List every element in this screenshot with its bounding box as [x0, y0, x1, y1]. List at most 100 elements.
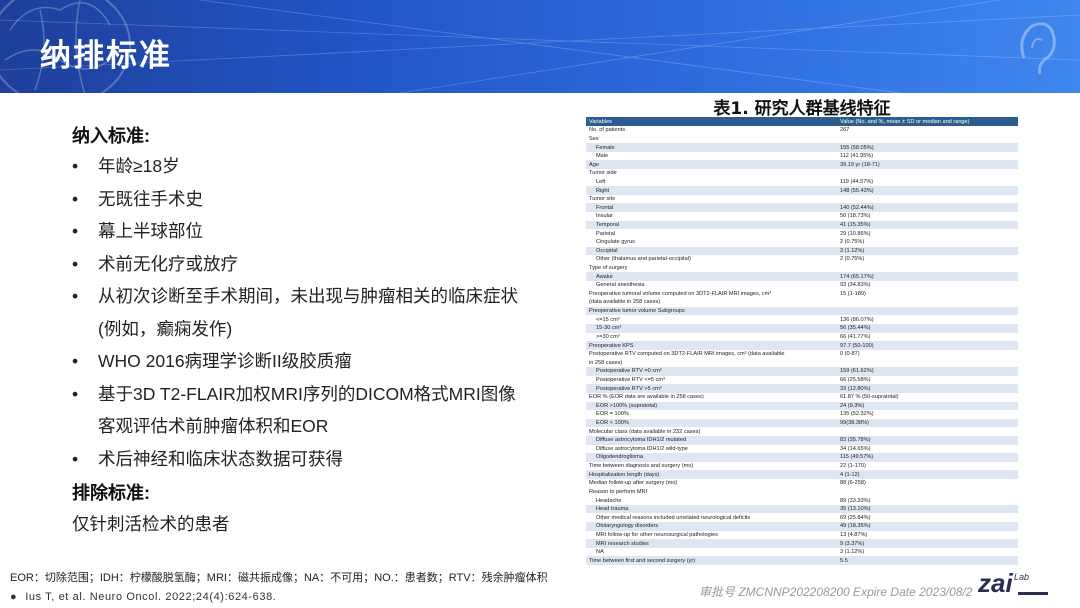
bullet: • [72, 383, 79, 404]
table-title: 表1. 研究人群基线特征 [713, 99, 891, 119]
row-value: 99(38.38%) [837, 418, 1018, 428]
row-value: 3 (1.12%) [840, 549, 865, 556]
bullet: • [72, 286, 79, 306]
table-row: Age 39.19 yr (18-71) [586, 160, 1018, 170]
row-value: 34 (14.65%) [840, 445, 871, 452]
row-label: Insular [596, 213, 613, 220]
table-row: Awake 174 (65.17%) [586, 272, 1018, 281]
row-value [837, 427, 1018, 436]
table-row: Other medical reasons included unrelated… [586, 513, 1018, 522]
row-label: Hospitalization length (days) [586, 470, 837, 479]
row-value: 112 (41.95%) [840, 153, 874, 160]
row-label: EOR < 100% [586, 418, 837, 428]
page-title: 纳排标准 [40, 38, 172, 74]
row-value: 29 (10.86%) [840, 230, 871, 237]
row-label: MRI follow-up for other neurosurgical pa… [596, 531, 718, 538]
row-label: Other medical reasons included unrelated… [596, 514, 751, 521]
row-label: Male [596, 153, 609, 160]
bullet: • [72, 188, 79, 209]
bullet: • [72, 351, 79, 371]
table-row: Right 148 (55.43%) [586, 186, 1018, 195]
zai-lab-logo: zai Lab [978, 570, 1058, 602]
row-value: 66 (25.58%) [840, 376, 871, 383]
exclusion-title: 排除标准: [72, 483, 150, 503]
approval-number: 审批号 ZMCNNP202208200 Expire Date 2023/08/… [699, 585, 973, 599]
row-label: Time between first and second surgery (y… [586, 556, 837, 566]
data-table: Variables Value (No. and %, mean ± SD or… [586, 117, 1018, 566]
row-label: Headache [596, 497, 622, 504]
table-row: Median follow-up after surgery (mo) 88 (6… [586, 479, 1018, 488]
row-label: >=30 cm³ [596, 333, 620, 340]
row-label: Diffuse astrocytoma IDH1/2 mutated [586, 435, 837, 445]
table-row: MRI research studies 9 (3.37%) [586, 539, 1018, 548]
row-label: Female [586, 143, 837, 152]
row-label: Preoperative tumoral volume computed on … [589, 290, 772, 297]
row-label: <=15 cm³ [596, 316, 620, 323]
table-row: Other (thalamus and parietal-occipital) 2… [586, 255, 1018, 264]
table-row: Tumor site [586, 195, 1018, 204]
row-value: 9 (3.37%) [837, 539, 1018, 548]
exclusion-text: 仅针刺活检术的患者 [72, 514, 230, 534]
logo-mark-icon [1018, 592, 1048, 595]
row-label: Age [586, 160, 837, 170]
row-label: NA [596, 549, 604, 556]
table-row: EOR < 100% 99(38.38%) [586, 418, 1018, 428]
table-header-row: Variables Value (No. and %, mean ± SD or… [586, 117, 1018, 126]
inclusion-title: 纳入标准: [72, 126, 150, 146]
reference-text: Ius T, et al. Neuro Oncol. 2022;24(4):62… [25, 591, 277, 603]
row-label: Frontal [586, 203, 837, 213]
row-value: 61.87 % (50-supratotal) [840, 394, 899, 401]
row-value [837, 264, 1018, 273]
table-row: NA 3 (1.12%) [586, 548, 1018, 557]
row-label: Awake [586, 272, 837, 281]
table-row: 15-30 cm³ 56 (35.44%) [586, 324, 1018, 333]
row-value: 0 (0-87) [840, 351, 860, 358]
table-row: Preoperative tumoral volume computed on … [586, 290, 1018, 299]
table-row: Insular 50 (18.73%) [586, 212, 1018, 221]
column-header: Value (No. and %, mean ± SD or median an… [837, 117, 1018, 126]
table-row: >=30 cm³ 66 (41.77%) [586, 333, 1018, 342]
row-value: 119 (44.57%) [840, 178, 874, 185]
row-value: 2 (0.75%) [840, 239, 865, 246]
table-row: Otolaryngology disorders 49 (18.35%) [586, 522, 1018, 531]
table-row: Postoperative RTV computed on 3DT2-FLAIR… [586, 350, 1018, 359]
list-item: • 幕上半球部位 [72, 215, 572, 248]
table-row: Occipital 3 (1.12%) [586, 246, 1018, 256]
row-label: Median follow-up after surgery (mo) [589, 480, 678, 487]
logo-lab: Lab [1014, 572, 1030, 582]
row-label: 15-30 cm³ [586, 324, 837, 333]
row-value: 155 (58.05%) [837, 143, 1018, 152]
reference: ● Ius T, et al. Neuro Oncol. 2022;24(4):6… [10, 591, 276, 603]
row-value: 2 (0.75%) [840, 256, 865, 263]
row-value: 41 (15.35%) [837, 220, 1018, 230]
table-row: Sex [586, 135, 1018, 144]
list-item: • 无既往手术史 [72, 183, 572, 216]
row-label: Other (thalamus and parietal-occipital) [596, 256, 691, 263]
row-label: Time between diagnosis and surgery (mo) [589, 463, 694, 470]
row-value: 136 (86.07%) [840, 316, 874, 323]
row-label: (data available in 258 cases) [589, 299, 661, 306]
row-value: 5.5 [837, 556, 1018, 566]
row-value: 3 (1.12%) [837, 246, 1018, 256]
row-label: Postoperative RTV =0 cm³ [586, 367, 837, 376]
table-row: EOR >100% (supratotal) 24 (9.3%) [586, 401, 1018, 411]
row-value [837, 195, 1018, 204]
row-value: 22 (1-170) [840, 463, 866, 470]
row-value: 69 (25.84%) [840, 514, 871, 521]
table-body: No. of patients 267 Sex Female 155 (58.05%) M… [586, 126, 1018, 566]
row-value: 174 (65.17%) [837, 272, 1018, 281]
table-row: EOR % (EOR data are available in 258 cas… [586, 393, 1018, 402]
row-label: Cingulate gyrus [596, 239, 635, 246]
logo-text: zai [978, 568, 1013, 598]
row-value [837, 135, 1018, 144]
row-label: Tumor site [589, 196, 616, 203]
row-value: 159 (61.62%) [837, 367, 1018, 376]
bullet: • [72, 448, 79, 469]
list-item: • WHO 2016病理学诊断II级胶质瘤 [72, 345, 572, 378]
list-item-continued: (例如，癫痫发作) [98, 318, 233, 339]
row-value: 24 (9.3%) [837, 401, 1018, 411]
header-banner: 纳排标准 [0, 0, 1080, 93]
row-value: 115 (49.57%) [837, 453, 1018, 462]
list-item: • 基于3D T2-FLAIR加权MRI序列的DICOM格式MRI图像 [72, 378, 572, 411]
table-row: Oligodendroglioma 115 (49.57%) [586, 453, 1018, 462]
